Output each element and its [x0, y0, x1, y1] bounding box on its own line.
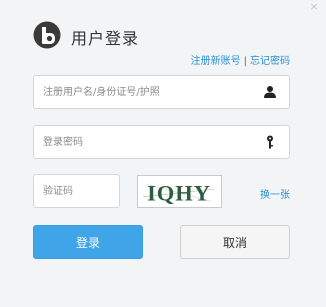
key-icon — [267, 135, 273, 149]
password-field — [33, 125, 290, 159]
captcha-input[interactable] — [43, 175, 115, 207]
close-button[interactable]: × — [308, 1, 320, 13]
captcha-image[interactable]: IQHY — [137, 175, 222, 208]
account-links: 注册新账号 | 忘记密码 — [191, 52, 290, 67]
captcha-field — [33, 174, 120, 208]
password-input[interactable] — [43, 126, 243, 158]
forgot-password-link[interactable]: 忘记密码 — [250, 56, 290, 67]
register-link[interactable]: 注册新账号 — [191, 56, 241, 67]
cancel-button[interactable]: 取消 — [180, 225, 290, 259]
captcha-text: IQHY — [147, 180, 211, 205]
user-icon — [264, 86, 276, 98]
refresh-captcha-link[interactable]: 换一张 — [260, 186, 290, 201]
username-input[interactable] — [43, 76, 243, 108]
bear-paw-logo-icon — [33, 21, 61, 49]
link-separator: | — [243, 56, 247, 67]
login-button[interactable]: 登录 — [33, 225, 143, 259]
page-title: 用户登录 — [71, 29, 140, 48]
username-field — [33, 75, 290, 109]
